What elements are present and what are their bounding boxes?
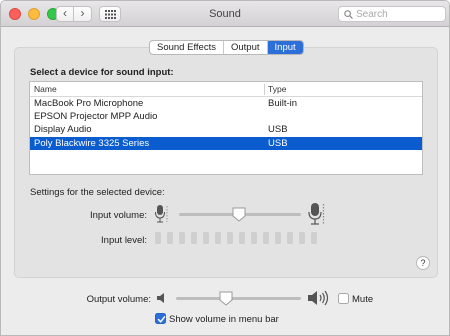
level-segment	[191, 232, 197, 244]
title-bar: ‹ › Sound Search	[1, 1, 449, 27]
select-device-heading: Select a device for sound input:	[30, 67, 174, 78]
level-segment	[239, 232, 245, 244]
device-name: Poly Blackwire 3325 Series	[34, 138, 150, 149]
device-name: EPSON Projector MPP Audio	[34, 111, 158, 122]
show-volume-checkbox[interactable]	[155, 313, 166, 324]
level-segment	[167, 232, 173, 244]
table-header: Name Type	[30, 82, 422, 97]
show-volume-label[interactable]: Show volume in menu bar	[169, 314, 279, 325]
speaker-high-icon	[308, 290, 329, 306]
level-segment	[287, 232, 293, 244]
search-placeholder: Search	[356, 9, 388, 20]
output-volume-track[interactable]	[176, 297, 301, 300]
input-device-table: Name Type MacBook Pro Microphone Built-i…	[29, 81, 423, 175]
level-segment	[155, 232, 161, 244]
output-volume-label: Output volume:	[86, 294, 151, 305]
speaker-low-icon	[157, 293, 164, 303]
microphone-high-icon	[308, 203, 325, 225]
device-name: Display Audio	[34, 124, 92, 135]
mute-label[interactable]: Mute	[352, 294, 373, 305]
level-segment	[299, 232, 305, 244]
device-type: Built-in	[268, 98, 298, 109]
level-segment	[263, 232, 269, 244]
search-field[interactable]: Search	[338, 6, 446, 22]
tab-sound-effects[interactable]: Sound Effects	[150, 41, 224, 54]
help-button[interactable]: ?	[416, 256, 430, 270]
input-volume-label: Input volume:	[89, 210, 147, 221]
level-segment	[215, 232, 221, 244]
column-divider	[264, 84, 265, 95]
tab-output[interactable]: Output	[224, 41, 268, 54]
tab-input[interactable]: Input	[267, 41, 303, 54]
sound-preferences-window: ‹ › Sound Search Sound Effects Output In…	[0, 0, 450, 336]
device-name: MacBook Pro Microphone	[34, 98, 144, 109]
help-icon: ?	[420, 258, 426, 268]
input-level-label: Input level:	[101, 235, 147, 246]
column-header-type[interactable]: Type	[268, 84, 286, 94]
table-row[interactable]: EPSON Projector MPP Audio	[30, 110, 422, 123]
table-row[interactable]: MacBook Pro Microphone Built-in	[30, 97, 422, 110]
checkmark-icon	[157, 316, 166, 323]
level-segment	[203, 232, 209, 244]
search-icon	[344, 10, 353, 19]
device-type: USB	[268, 138, 288, 149]
column-header-name[interactable]: Name	[34, 84, 57, 94]
level-segment	[275, 232, 281, 244]
tab-bar: Sound Effects Output Input	[149, 40, 304, 55]
input-volume-knob[interactable]	[232, 207, 246, 222]
level-segment	[179, 232, 185, 244]
table-row-selected[interactable]: Poly Blackwire 3325 Series USB	[30, 137, 422, 150]
mute-checkbox[interactable]	[338, 293, 349, 304]
table-row[interactable]: Display Audio USB	[30, 123, 422, 136]
microphone-low-icon	[155, 205, 168, 223]
device-type: USB	[268, 124, 288, 135]
level-segment	[227, 232, 233, 244]
level-segment	[251, 232, 257, 244]
output-volume-knob[interactable]	[219, 291, 233, 306]
settings-heading: Settings for the selected device:	[30, 187, 165, 198]
level-segment	[311, 232, 317, 244]
